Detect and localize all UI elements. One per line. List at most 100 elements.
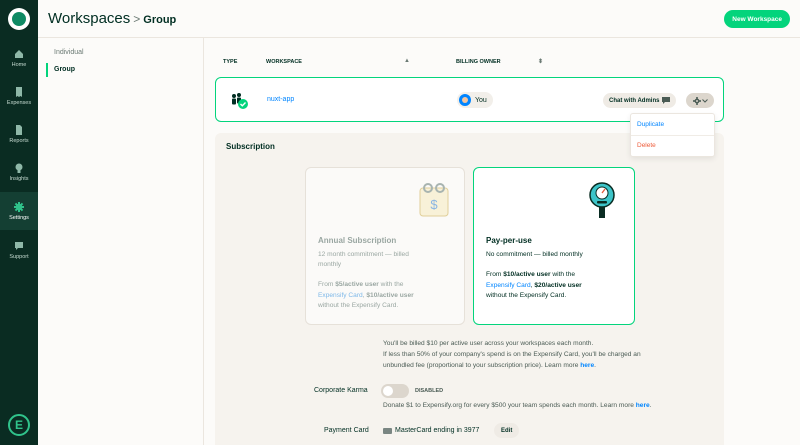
avatar-face-icon (462, 97, 468, 103)
payment-card-label: Payment Card (324, 427, 369, 434)
sort-icon[interactable]: ⬍ (538, 58, 543, 65)
sort-ascending-icon[interactable]: ▲ (404, 58, 410, 64)
document-icon (16, 124, 22, 135)
karma-learn-more-link[interactable]: here (636, 402, 650, 409)
section-title: Subscription (226, 142, 275, 151)
chat-with-admins-label: Chat with Admins (609, 97, 660, 104)
parking-meter-icon (589, 182, 615, 218)
menu-item-duplicate[interactable]: Duplicate (637, 121, 664, 128)
chat-bubble-icon (15, 241, 23, 250)
gear-icon (692, 96, 701, 105)
corporate-karma-toggle[interactable] (381, 384, 409, 398)
payment-card-text: MasterCard ending in 3977 (395, 427, 480, 434)
nav-label: Expenses (6, 99, 32, 106)
subnav-item-individual[interactable]: Individual (46, 46, 84, 60)
text-with: with the (378, 281, 404, 288)
text-with: with the (550, 271, 576, 278)
lightbulb-icon (15, 163, 23, 173)
nav-label: Insights (9, 175, 29, 182)
chat-bubble-icon (662, 97, 671, 104)
plan-pricing: From $10/active user with the (486, 270, 626, 281)
workspace-name-link[interactable]: nuxt-app (267, 96, 294, 103)
billing-note-text: unbundled fee (proportional to your subs… (383, 362, 581, 369)
plan-commitment: 12 month commitment — billed (318, 251, 409, 258)
workspace-settings-menu-button[interactable] (686, 93, 714, 108)
table-header: TYPE WORKSPACE ▲ BILLING OWNER ⬍ (215, 56, 724, 70)
plan-pricing-line2: Expensify Card, $20/active user (486, 281, 626, 292)
group-workspace-icon (232, 93, 248, 109)
gear-icon (14, 201, 24, 212)
expensify-card-link[interactable]: Expensify Card (486, 282, 531, 289)
plan-title: Annual Subscription (318, 236, 397, 245)
price-with-card: $5/active user (335, 281, 379, 288)
plan-pricing: From $5/active user with the (318, 280, 458, 291)
billing-note-line1: You'll be billed $10 per active user acr… (383, 340, 594, 347)
owner-name: You (475, 96, 487, 104)
billing-owner-chip: You (457, 92, 493, 108)
karma-status: DISABLED (415, 388, 444, 394)
breadcrumb: Workspaces > Group (48, 10, 176, 27)
text-from: From (318, 281, 336, 288)
price-without-card: $20/active user (534, 281, 582, 289)
home-icon (15, 49, 23, 58)
plan-pricing-line3: without the Expensify Card. (318, 302, 399, 309)
subscription-panel: Subscription $ Annual Subscription 12 mo… (215, 133, 724, 445)
nav-item-settings[interactable]: Settings (0, 192, 38, 230)
menu-item-delete[interactable]: Delete (637, 142, 656, 149)
nav-label: Reports (9, 137, 29, 144)
settings-subnav: Individual Group (38, 38, 204, 445)
page-subtitle: Group (143, 14, 177, 26)
karma-note-period: . (649, 402, 652, 409)
payment-card-value: MasterCard ending in 3977 (383, 427, 479, 434)
nav-item-insights[interactable]: Insights (0, 154, 38, 190)
billing-note-line2: If less than 50% of your company's spend… (383, 351, 641, 358)
new-workspace-button[interactable]: New Workspace (724, 10, 790, 28)
learn-more-link[interactable]: here (580, 362, 594, 369)
chat-with-admins-button[interactable]: Chat with Admins (603, 93, 677, 108)
left-nav-rail: Home Expenses Reports Insights Settings … (0, 0, 38, 445)
nav-label: Settings (9, 214, 29, 221)
calendar-dollar-icon: $ (419, 183, 449, 217)
nav-label: Support (9, 253, 29, 260)
menu-divider (631, 135, 714, 136)
edit-payment-button[interactable]: Edit (494, 423, 520, 438)
account-avatar[interactable] (8, 8, 30, 30)
plan-title: Pay-per-use (486, 236, 532, 245)
subnav-item-group[interactable]: Group (46, 63, 75, 77)
nav-label: Home (11, 61, 27, 68)
nav-item-expenses[interactable]: Expenses (0, 78, 38, 114)
workspace-actions-menu: Duplicate Delete (630, 113, 715, 157)
expensify-logo: E (8, 414, 30, 436)
nav-item-reports[interactable]: Reports (0, 116, 38, 152)
col-type: TYPE (223, 59, 238, 65)
plan-commitment-cont: monthly (318, 261, 342, 268)
text-from: From (486, 271, 504, 278)
receipt-icon (16, 86, 22, 97)
toggle-knob (383, 386, 393, 396)
plan-commitment: No commitment — billed monthly (486, 251, 583, 258)
price-without-card: $10/active user (366, 291, 414, 299)
col-billing-owner[interactable]: BILLING OWNER (456, 59, 501, 65)
page-title: Workspaces (48, 10, 131, 27)
breadcrumb-separator-icon: > (133, 12, 141, 26)
avatar-icon (12, 12, 26, 26)
billing-note-line3: unbundled fee (proportional to your subs… (383, 362, 596, 369)
col-workspace[interactable]: WORKSPACE (266, 59, 302, 65)
chevron-down-icon (701, 98, 708, 103)
annual-subscription-card[interactable]: $ Annual Subscription 12 month commitmen… (305, 167, 465, 325)
plan-pricing-line3: without the Expensify Card. (486, 292, 567, 299)
nav-item-home[interactable]: Home (0, 40, 38, 76)
karma-note: Donate $1 to Expensify.org for every $50… (383, 402, 652, 409)
pay-per-use-card[interactable]: Pay-per-use No commitment — billed month… (473, 167, 635, 325)
plan-pricing-line2: Expensify Card, $10/active user (318, 291, 458, 302)
corporate-karma-label: Corporate Karma (314, 387, 368, 394)
page-header: Workspaces > Group New Workspace (38, 0, 800, 38)
karma-note-text: Donate $1 to Expensify.org for every $50… (383, 402, 636, 409)
credit-card-icon (383, 427, 392, 434)
price-with-card: $10/active user (503, 271, 551, 278)
svg-text:$: $ (430, 197, 438, 212)
nav-item-support[interactable]: Support (0, 232, 38, 268)
avatar (459, 94, 471, 106)
expensify-card-link[interactable]: Expensify Card (318, 292, 363, 299)
billing-note-period: . (594, 362, 596, 369)
